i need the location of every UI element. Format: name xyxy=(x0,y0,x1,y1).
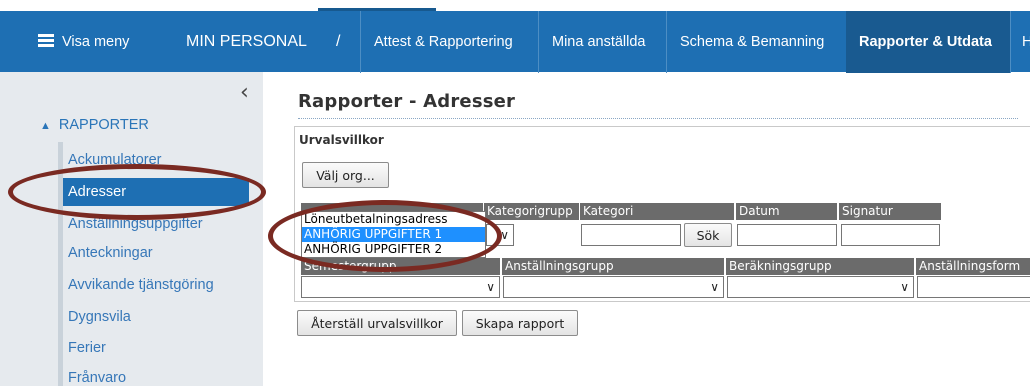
signatur-input[interactable] xyxy=(841,224,940,246)
col-head-anstallningsgrupp: Anställningsgrupp xyxy=(502,258,724,275)
chevron-up-icon: ▲ xyxy=(40,120,51,132)
chevron-down-icon: ∨ xyxy=(486,280,495,294)
reset-filters-button[interactable]: Återställ urvalsvillkor xyxy=(297,310,457,336)
search-button[interactable]: Sök xyxy=(684,223,732,247)
chevron-down-icon: ∨ xyxy=(900,280,909,294)
hamburger-icon[interactable] xyxy=(38,34,54,47)
col-head-kategorigrupp: Kategorigrupp xyxy=(484,203,579,220)
nav-attest-rapportering[interactable]: Attest & Rapportering xyxy=(374,11,513,73)
sidebar-item-franvaro[interactable]: Frånvaro xyxy=(68,364,126,386)
sidebar-item-dygnsvila[interactable]: Dygnsvila xyxy=(68,303,131,331)
berakningsgrupp-select[interactable]: ∨ xyxy=(727,276,914,298)
col-head-datum: Datum xyxy=(736,203,837,220)
nav-divider xyxy=(1010,11,1011,73)
top-strip xyxy=(0,1,1030,11)
nav-rapporter-utdata[interactable]: Rapporter & Utdata xyxy=(859,11,992,73)
annotation-ellipse-dropdown xyxy=(268,200,502,272)
nav-schema-bemanning[interactable]: Schema & Bemanning xyxy=(680,11,824,73)
select-org-button[interactable]: Välj org... xyxy=(302,162,389,188)
kategori-input[interactable] xyxy=(581,224,681,246)
datum-input[interactable] xyxy=(737,224,837,246)
sidebar-section-label: RAPPORTER xyxy=(58,117,149,133)
brand-title[interactable]: MIN PERSONAL xyxy=(186,11,307,73)
annotation-ellipse-sidebar xyxy=(8,164,266,220)
sidebar-item-anteckningar[interactable]: Anteckningar xyxy=(68,239,153,267)
nav-divider xyxy=(360,11,361,73)
sidebar-section-rapporter[interactable]: ▲ RAPPORTER xyxy=(40,117,149,133)
sidebar-item-avvikande-tjanstgoring[interactable]: Avvikande tjänstgöring xyxy=(68,271,214,299)
brand-separator: / xyxy=(336,33,341,50)
col-head-signatur: Signatur xyxy=(839,203,941,220)
nav-divider xyxy=(666,11,667,73)
anstallningsgrupp-select[interactable]: ∨ xyxy=(503,276,724,298)
create-report-button[interactable]: Skapa rapport xyxy=(462,310,578,336)
nav-mina-anstallda[interactable]: Mina anställda xyxy=(552,11,646,73)
semestergrupp-select[interactable]: ∨ xyxy=(301,276,500,298)
sidebar-item-ferier[interactable]: Ferier xyxy=(68,334,106,362)
panel-title: Urvalsvillkor xyxy=(299,133,384,147)
collapse-sidebar-icon[interactable]: ‹ xyxy=(240,80,249,105)
col-head-kategori: Kategori xyxy=(580,203,734,220)
top-navigation: Visa meny MIN PERSONAL / Attest & Rappor… xyxy=(0,1,1030,73)
anstallningsform-select[interactable] xyxy=(917,276,1030,298)
nav-next-item[interactable]: H xyxy=(1022,11,1030,73)
col-head-berakningsgrupp: Beräkningsgrupp xyxy=(726,258,914,275)
title-divider xyxy=(298,118,1018,119)
menu-toggle-label[interactable]: Visa meny xyxy=(62,11,129,73)
chevron-down-icon: ∨ xyxy=(710,280,719,294)
page-title: Rapporter - Adresser xyxy=(298,91,516,112)
col-head-anstallningsform: Anställningsform xyxy=(916,258,1030,275)
nav-divider xyxy=(538,11,539,73)
